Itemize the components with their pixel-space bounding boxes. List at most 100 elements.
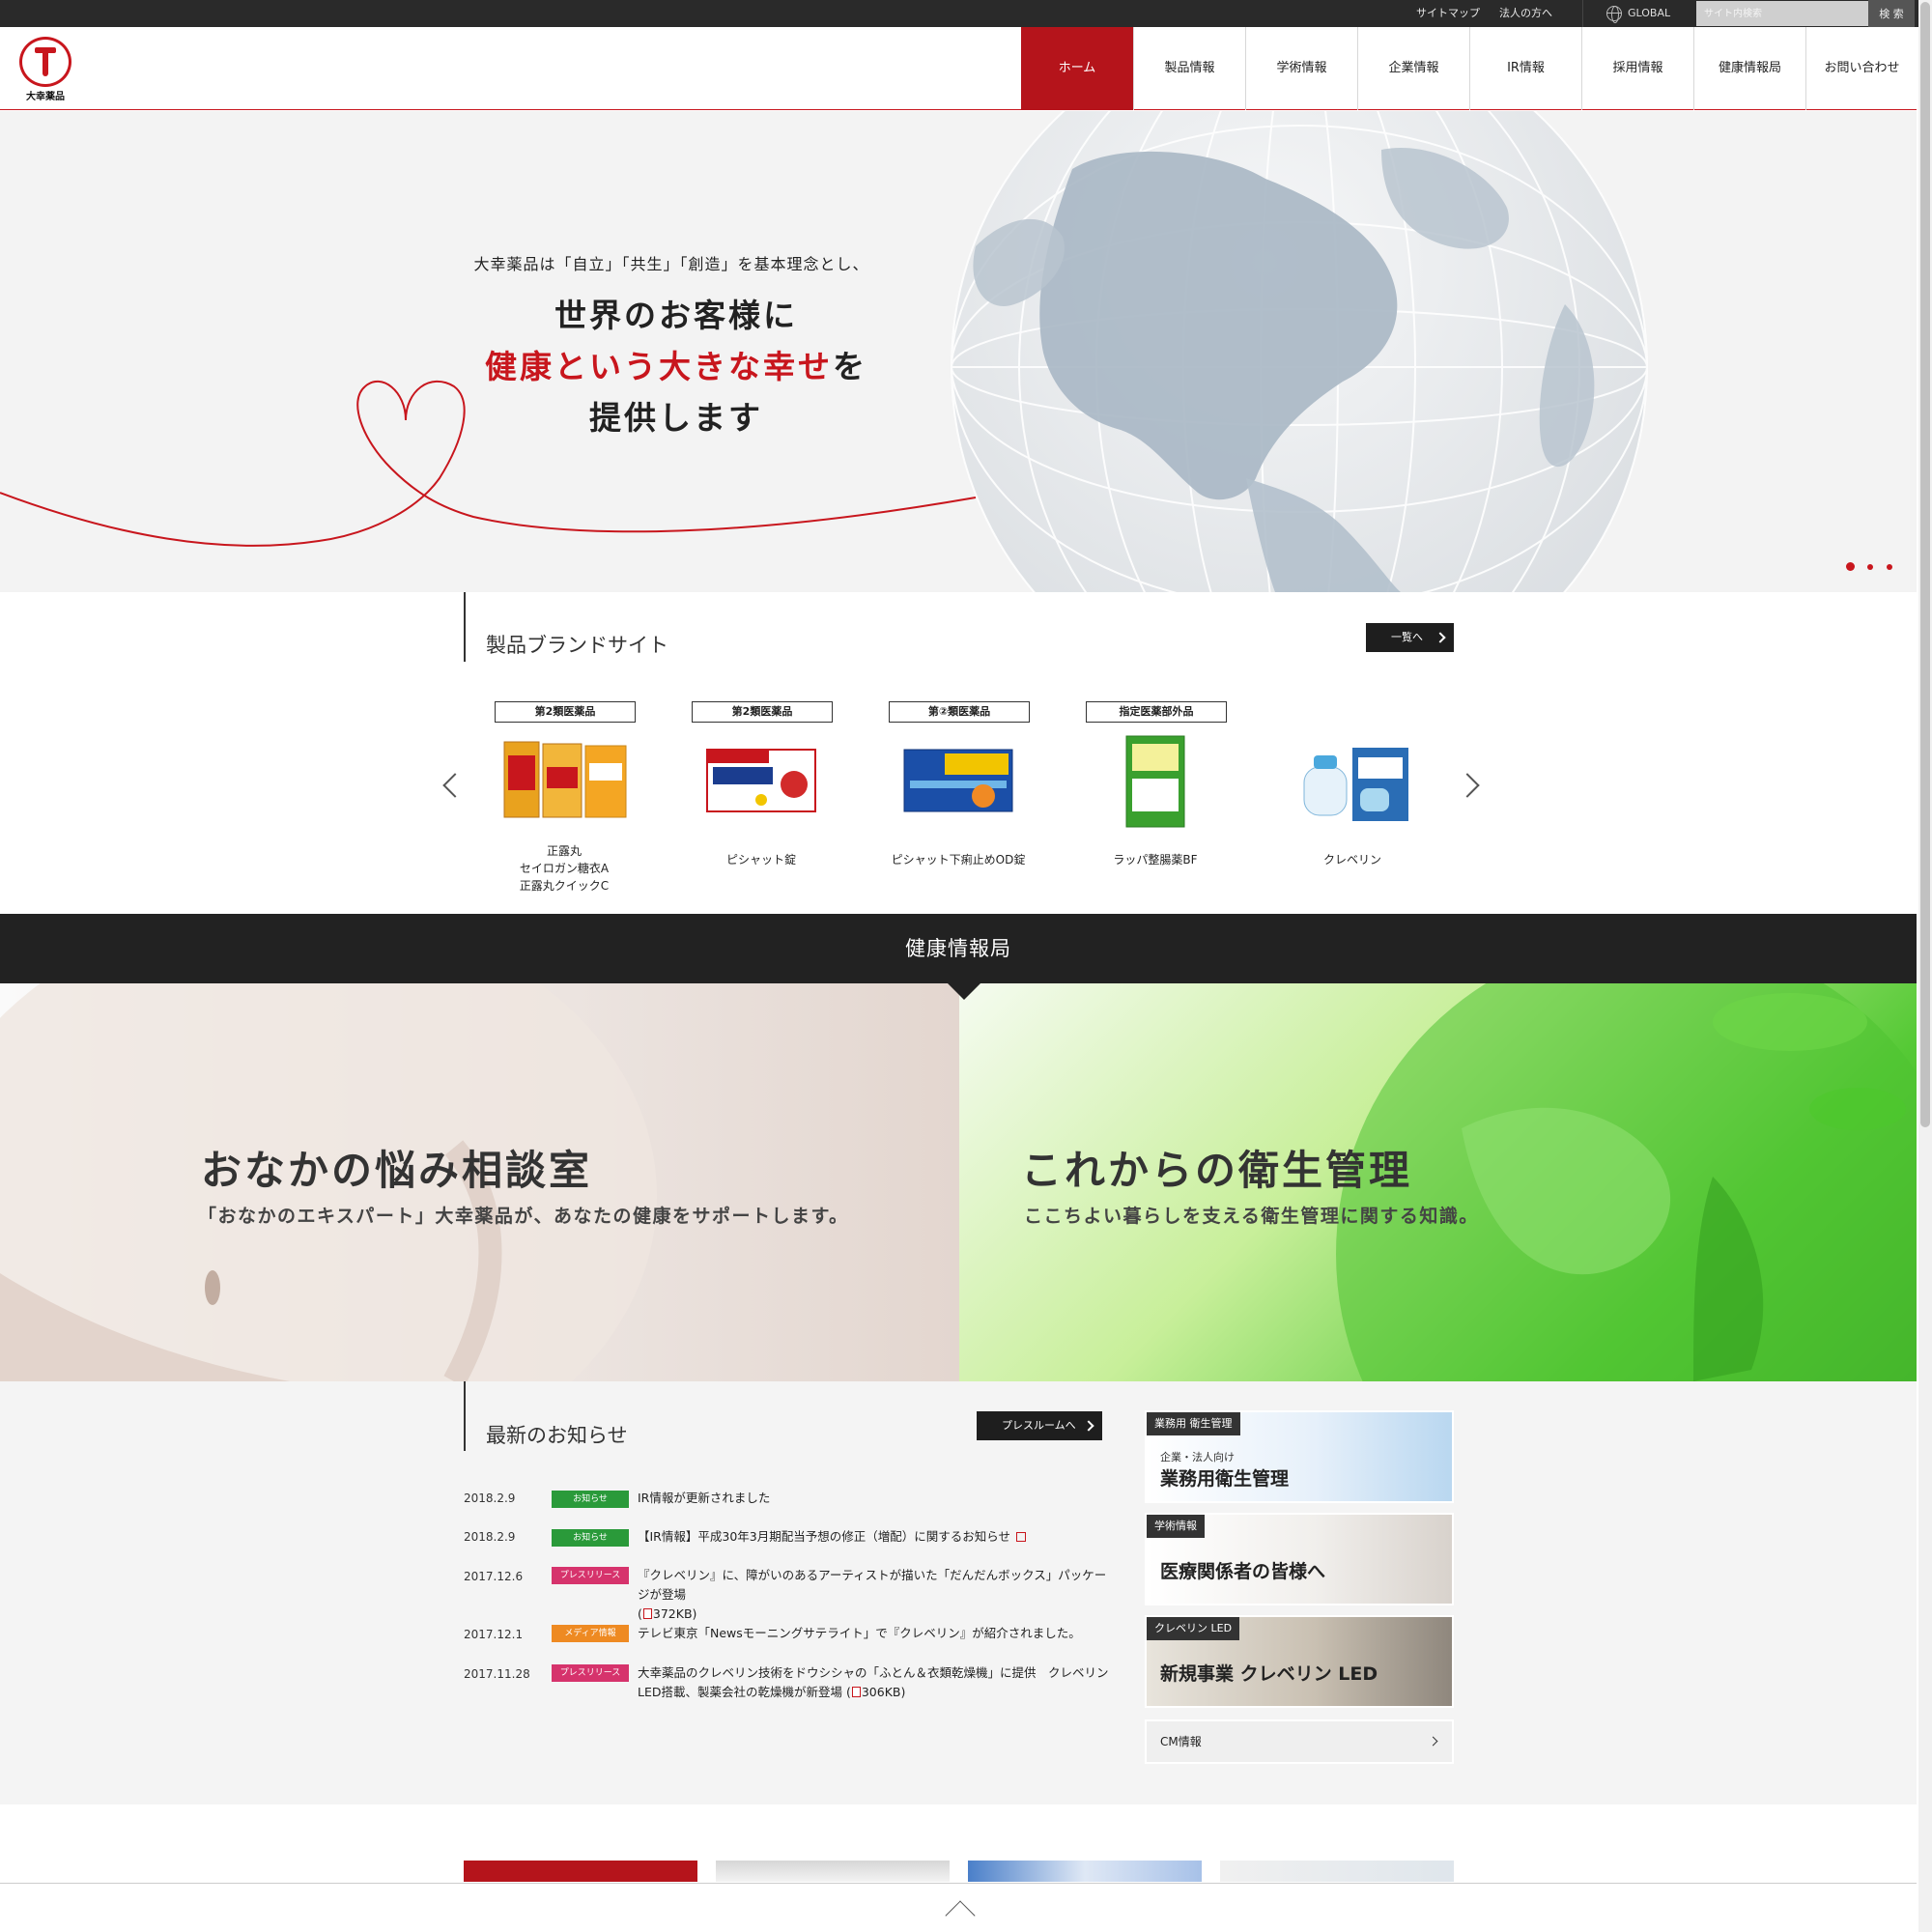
- news-category-tag: お知らせ: [552, 1491, 629, 1508]
- slide-dot-1[interactable]: [1846, 562, 1855, 571]
- press-room-button[interactable]: プレスルームへ: [977, 1411, 1102, 1440]
- file-size: 372KB: [652, 1606, 693, 1621]
- file-size: 306KB: [861, 1685, 901, 1699]
- news-item-link[interactable]: IR情報が更新されました: [638, 1489, 1101, 1508]
- news-category-tag: お知らせ: [552, 1529, 629, 1547]
- press-room-label: プレスルームへ: [1002, 1419, 1076, 1432]
- global-link[interactable]: GLOBAL: [1582, 0, 1698, 27]
- logo-text: 大幸薬品: [26, 92, 65, 102]
- products-section-title: 製品ブランドサイト: [486, 634, 668, 657]
- slide-dot-3[interactable]: [1887, 564, 1892, 570]
- stomach-panel-title: おなかの悩み相談室: [201, 1147, 593, 1194]
- carousel-next-icon[interactable]: [1455, 773, 1480, 798]
- product-category-badge: 第2類医薬品: [495, 701, 636, 723]
- news-item-link[interactable]: テレビ東京「Newsモーニングサテライト」で『クレベリン』が紹介されました。: [638, 1624, 1121, 1643]
- product-card-rappa[interactable]: 指定医薬部外品 ラッパ整腸薬BF: [1078, 701, 1233, 895]
- product-image-rappa: [1125, 735, 1185, 828]
- product-image-pishatto: [706, 749, 816, 812]
- carousel-prev-icon[interactable]: [442, 773, 468, 798]
- product-name-line: ピシャット錠: [725, 853, 796, 867]
- global-label: GLOBAL: [1628, 7, 1671, 19]
- news-category-tag: プレスリリース: [552, 1567, 629, 1584]
- card-title: 業務用衛生管理: [1160, 1468, 1290, 1490]
- hero-headline-2: 健康という大きな幸せを: [386, 341, 966, 387]
- news-date: 2018.2.9: [464, 1530, 516, 1544]
- product-category-badge: 第2類医薬品: [692, 701, 833, 723]
- hygiene-panel-subtitle: ここちよい暮らしを支える衛生管理に関する知識。: [1024, 1206, 1479, 1227]
- product-card-pishatto[interactable]: 第2類医薬品 ピシャット錠: [684, 701, 838, 895]
- nav-recruit[interactable]: 採用情報: [1581, 27, 1693, 110]
- hygiene-management-panel[interactable]: これからの衛生管理 ここちよい暮らしを支える衛生管理に関する知識。: [959, 983, 1917, 1381]
- card-tag: 業務用 衛生管理: [1147, 1412, 1240, 1435]
- news-item-link[interactable]: 【IR情報】平成30年3月期配当予想の修正（増配）に関するお知らせ: [638, 1527, 1121, 1547]
- sitemap-link[interactable]: サイトマップ: [1416, 0, 1480, 27]
- news-item-text: 【IR情報】平成30年3月期配当予想の修正（増配）に関するお知らせ: [638, 1529, 1010, 1544]
- nav-products[interactable]: 製品情報: [1133, 27, 1245, 110]
- footer-banner-3[interactable]: [968, 1861, 1202, 1882]
- footer-banner-4[interactable]: [1220, 1861, 1454, 1882]
- health-info-title: 健康情報局: [0, 914, 1917, 983]
- product-name-line: 正露丸: [546, 844, 582, 858]
- product-category-badge: 第②類医薬品: [889, 701, 1030, 723]
- section-marker: [464, 1381, 466, 1451]
- hero-headline-2-rest: を: [833, 348, 867, 385]
- hero-slider[interactable]: 大幸薬品は「自立」「共生」「創造」を基本理念とし、 世界のお客様に 健康という大…: [0, 111, 1917, 592]
- stomach-consultation-panel[interactable]: おなかの悩み相談室 「おなかのエキスパート」大幸薬品が、あなたの健康をサポートし…: [0, 983, 959, 1381]
- hero-headline-3: 提供します: [589, 399, 763, 437]
- pdf-icon: [851, 1687, 861, 1697]
- slide-dot-2[interactable]: [1867, 564, 1873, 570]
- cleverin-led-card[interactable]: クレベリン LED 新規事業 クレベリン LED: [1145, 1615, 1454, 1708]
- footer-banner-2[interactable]: [716, 1861, 950, 1882]
- hero-lead-text: 大幸薬品は「自立」「共生」「創造」を基本理念とし、: [473, 255, 869, 273]
- logo-mark-icon: [19, 37, 71, 87]
- nav-company[interactable]: 企業情報: [1357, 27, 1469, 110]
- news-category-tag: プレスリリース: [552, 1664, 629, 1682]
- globe-icon: [1606, 6, 1622, 23]
- product-name-line: ピシャット下痢止めOD錠: [891, 853, 1026, 867]
- card-title: 新規事業 クレベリン LED: [1160, 1663, 1378, 1685]
- product-image-cleverin: [1303, 748, 1408, 821]
- product-image-pishatto-od: [903, 749, 1013, 812]
- news-date: 2017.11.28: [464, 1667, 530, 1681]
- corporate-link[interactable]: 法人の方へ: [1499, 0, 1552, 27]
- external-link-icon: [1015, 1532, 1026, 1542]
- product-name-line: ラッパ整腸薬BF: [1113, 853, 1198, 867]
- news-item-text: 『クレベリン』に、障がいのあるアーティストが描いた「だんだんボックス」パッケージ…: [638, 1568, 1107, 1602]
- cm-info-link[interactable]: CM情報: [1145, 1719, 1454, 1764]
- section-marker: [464, 592, 466, 662]
- nav-contact[interactable]: お問い合わせ: [1805, 27, 1918, 110]
- business-hygiene-card[interactable]: 業務用 衛生管理 企業・法人向け 業務用衛生管理: [1145, 1410, 1454, 1503]
- card-subtitle: 企業・法人向け: [1160, 1451, 1235, 1463]
- chevron-right-icon: [1428, 1736, 1438, 1747]
- cm-info-label: CM情報: [1160, 1735, 1202, 1748]
- products-list-label: 一覧へ: [1391, 631, 1423, 643]
- nav-ir[interactable]: IR情報: [1469, 27, 1581, 110]
- nav-health-info[interactable]: 健康情報局: [1693, 27, 1805, 110]
- section-pointer: [947, 982, 981, 1000]
- nav-academic[interactable]: 学術情報: [1245, 27, 1357, 110]
- card-tag: 学術情報: [1147, 1515, 1205, 1538]
- product-card-seirogan[interactable]: 第2類医薬品 正露丸 セイロガン糖衣A 正露丸クイックC: [487, 701, 641, 895]
- product-name-line: クレベリン: [1322, 853, 1381, 867]
- hero-headline-red: 健康という大きな幸せ: [485, 348, 833, 385]
- search-button[interactable]: 検 索: [1868, 0, 1915, 27]
- card-tag: クレベリン LED: [1147, 1617, 1240, 1640]
- products-list-button[interactable]: 一覧へ: [1366, 623, 1454, 652]
- product-card-cleverin[interactable]: クレベリン: [1275, 701, 1430, 895]
- scrollbar-thumb[interactable]: [1920, 2, 1930, 1127]
- hygiene-panel-title: これからの衛生管理: [1021, 1147, 1413, 1194]
- news-date: 2017.12.1: [464, 1628, 524, 1641]
- medical-professionals-card[interactable]: 学術情報 医療関係者の皆様へ: [1145, 1513, 1454, 1605]
- product-name-line: 正露丸クイックC: [519, 879, 610, 893]
- footer-banner-1[interactable]: [464, 1861, 697, 1882]
- site-search-input[interactable]: [1696, 1, 1868, 26]
- company-logo[interactable]: 大幸薬品: [19, 37, 71, 102]
- hero-headline-1: 世界のお客様に: [554, 297, 798, 334]
- product-image-seirogan: [503, 741, 627, 818]
- news-item-link[interactable]: 大幸薬品のクレベリン技術をドウシシャの「ふとん＆衣類乾燥機」に提供 クレベリンL…: [638, 1663, 1111, 1702]
- news-item-link[interactable]: 『クレベリン』に、障がいのあるアーティストが描いた「だんだんボックス」パッケージ…: [638, 1566, 1111, 1624]
- nav-home[interactable]: ホーム: [1021, 27, 1133, 110]
- product-card-pishatto-od[interactable]: 第②類医薬品 ピシャット下痢止めOD錠: [881, 701, 1036, 895]
- stomach-panel-subtitle: 「おなかのエキスパート」大幸薬品が、あなたの健康をサポートします。: [198, 1206, 849, 1227]
- news-date: 2017.12.6: [464, 1570, 524, 1583]
